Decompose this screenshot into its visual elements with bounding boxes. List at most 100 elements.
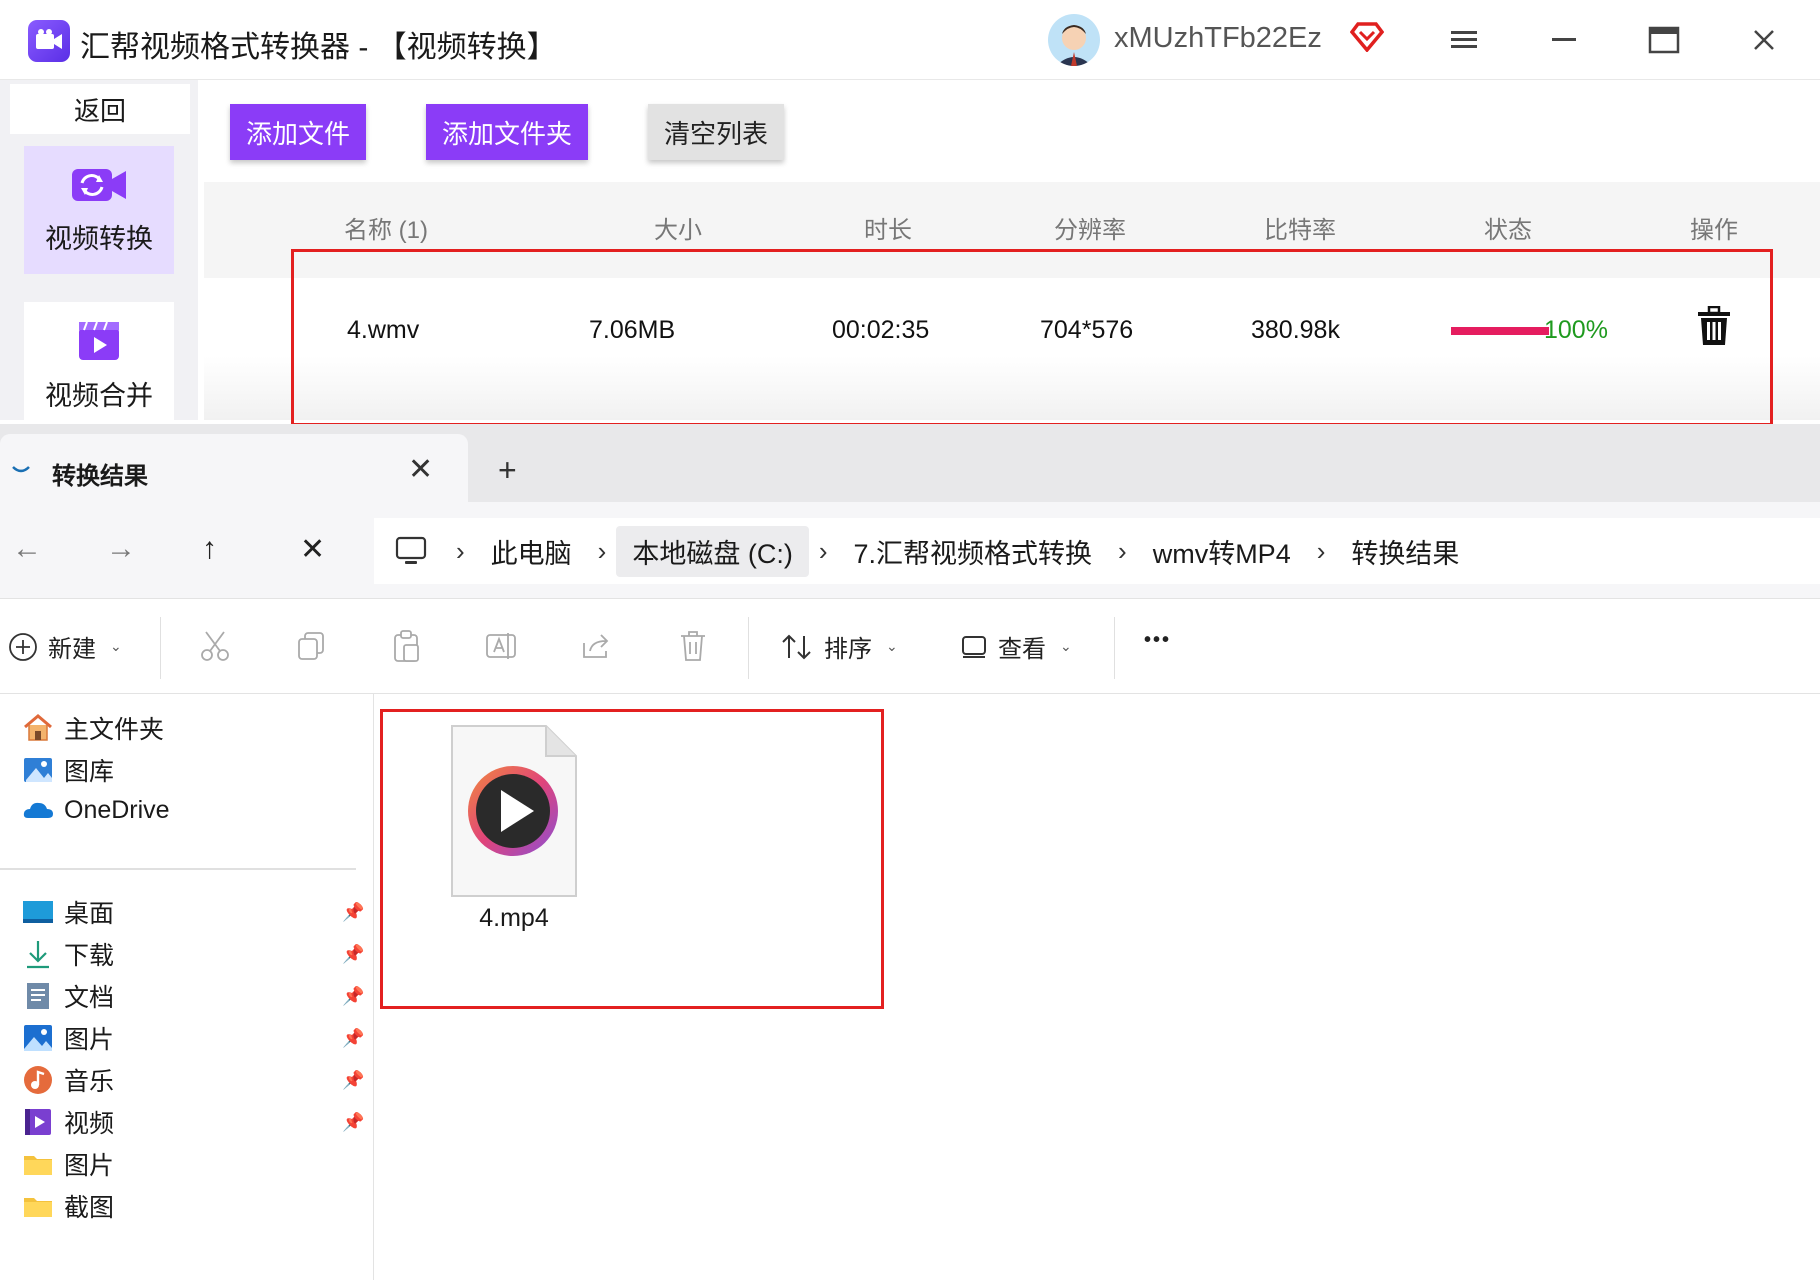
file-name: 4.wmv xyxy=(347,316,420,344)
user-avatar[interactable] xyxy=(1048,14,1100,66)
clear-list-button[interactable]: 清空列表 xyxy=(648,104,784,160)
column-header-name[interactable]: 名称 (1) xyxy=(344,210,428,245)
sort-icon xyxy=(782,634,811,659)
converter-sidebar: 返回 视频转换 视频合并 xyxy=(0,80,198,430)
close-icon[interactable] xyxy=(1746,22,1782,58)
sidebar-item-label: OneDrive xyxy=(64,795,170,824)
file-bitrate: 380.98k xyxy=(1251,316,1340,344)
paste-icon[interactable] xyxy=(390,629,424,663)
column-header-resolution[interactable]: 分辨率 xyxy=(1054,210,1126,245)
sidebar-item-folder-screenshots[interactable]: 截图 xyxy=(22,1188,114,1224)
sidebar-item-folder-pictures[interactable]: 图片 xyxy=(22,1146,114,1182)
document-icon xyxy=(27,983,49,1009)
delete-icon[interactable] xyxy=(678,629,708,663)
sidebar-item-pictures[interactable]: 图片 xyxy=(22,1020,114,1056)
sidebar-item-label: 视频 xyxy=(64,1110,115,1138)
share-icon[interactable] xyxy=(580,629,614,663)
sidebar-item-label: 截图 xyxy=(64,1194,115,1222)
progress-bar xyxy=(1451,327,1549,335)
file-size: 7.06MB xyxy=(589,316,676,344)
column-header-size[interactable]: 大小 xyxy=(654,210,702,245)
tab-close-icon[interactable]: ✕ xyxy=(408,452,433,487)
plus-circle-icon xyxy=(9,632,37,661)
back-button[interactable]: 返回 xyxy=(10,84,190,134)
sidebar-item-home[interactable]: 主文件夹 xyxy=(22,710,164,746)
menu-icon[interactable] xyxy=(1446,22,1482,58)
minimize-icon[interactable] xyxy=(1546,22,1582,58)
videos-icon xyxy=(25,1109,51,1135)
copy-icon[interactable] xyxy=(294,629,328,663)
chevron-right-icon[interactable]: › xyxy=(1307,536,1336,567)
sidebar-item-music[interactable]: 音乐 xyxy=(22,1062,114,1098)
pictures-icon xyxy=(24,1025,52,1051)
cut-icon[interactable] xyxy=(198,629,232,663)
vip-diamond-icon[interactable] xyxy=(1349,22,1385,57)
folder-icon xyxy=(24,1198,52,1217)
download-icon xyxy=(27,941,49,969)
breadcrumb-folder[interactable]: 7.汇帮视频格式转换 xyxy=(838,526,1109,577)
breadcrumb-local-disk[interactable]: 本地磁盘 (C:) xyxy=(616,525,809,577)
breadcrumb-folder[interactable]: wmv转MP4 xyxy=(1137,526,1307,577)
sort-button[interactable]: 排序 ⌄ xyxy=(780,629,898,664)
music-icon xyxy=(24,1066,52,1094)
desktop-icon xyxy=(23,901,53,923)
new-tab-icon[interactable]: + xyxy=(498,452,517,489)
forward-arrow-icon[interactable]: → xyxy=(106,532,136,566)
computer-icon[interactable] xyxy=(394,535,428,567)
nav-label: 视频转换 xyxy=(45,223,153,254)
chevron-right-icon[interactable]: › xyxy=(809,536,838,567)
sidebar-item-label: 文档 xyxy=(64,984,115,1012)
sidebar-item-gallery[interactable]: 图库 xyxy=(22,752,114,788)
sidebar-item-onedrive[interactable]: OneDrive xyxy=(22,794,170,826)
delete-icon[interactable] xyxy=(1697,305,1731,351)
tab-conversion-result[interactable]: 转换结果 ✕ xyxy=(0,434,468,502)
breadcrumb-this-pc[interactable]: 此电脑 xyxy=(475,526,588,577)
sidebar-item-label: 下载 xyxy=(64,942,115,970)
sidebar-item-desktop[interactable]: 桌面 xyxy=(22,894,114,930)
loading-icon xyxy=(12,466,30,473)
username[interactable]: xMUzhTFb22Ez xyxy=(1114,22,1322,55)
table-row[interactable]: 4.wmv 7.06MB 00:02:35 704*576 380.98k 10… xyxy=(204,278,1820,420)
up-arrow-icon[interactable]: ↑ xyxy=(202,532,217,566)
column-header-bitrate[interactable]: 比特率 xyxy=(1264,210,1336,245)
breadcrumb-current[interactable]: 转换结果 xyxy=(1335,526,1475,577)
sidebar-item-downloads[interactable]: 下载 xyxy=(22,936,114,972)
pin-icon[interactable]: 📌 xyxy=(342,1028,364,1049)
sidebar-item-label: 图库 xyxy=(64,758,115,786)
back-arrow-icon[interactable]: ← xyxy=(12,532,42,566)
pin-icon[interactable]: 📌 xyxy=(342,986,364,1007)
nav-video-convert[interactable]: 视频转换 xyxy=(24,146,174,274)
more-options-button[interactable]: ••• xyxy=(1144,629,1171,652)
view-button[interactable]: 查看 ⌄ xyxy=(960,629,1072,664)
column-header-duration[interactable]: 时长 xyxy=(864,210,912,245)
sidebar-item-documents[interactable]: 文档 xyxy=(22,978,114,1014)
chevron-right-icon[interactable]: › xyxy=(446,536,475,567)
pin-icon[interactable]: 📌 xyxy=(342,944,364,965)
add-folder-button[interactable]: 添加文件夹 xyxy=(426,104,588,160)
sort-label: 排序 xyxy=(824,636,872,663)
stop-icon[interactable]: ✕ xyxy=(300,532,325,567)
chevron-right-icon[interactable]: › xyxy=(588,536,617,567)
new-button[interactable]: 新建 ⌄ xyxy=(8,629,122,664)
pin-icon[interactable]: 📌 xyxy=(342,1112,364,1133)
nav-video-merge[interactable]: 视频合并 xyxy=(24,302,174,430)
add-file-button[interactable]: 添加文件 xyxy=(230,104,366,160)
column-header-status[interactable]: 状态 xyxy=(1484,210,1532,245)
column-header-actions[interactable]: 操作 xyxy=(1690,210,1738,245)
sidebar-item-label: 音乐 xyxy=(64,1068,115,1096)
converter-main: 添加文件 添加文件夹 清空列表 名称 (1) 大小 时长 分辨率 比特率 状态 … xyxy=(200,80,1820,420)
pin-icon[interactable]: 📌 xyxy=(342,1070,364,1091)
chevron-right-icon[interactable]: › xyxy=(1108,536,1137,567)
maximize-icon[interactable] xyxy=(1646,22,1682,58)
explorer-toolbar: 新建 ⌄ 排序 ⌄ 查看 ⌄ ••• xyxy=(0,598,1820,694)
nav-label: 视频合并 xyxy=(45,380,153,411)
sidebar-item-videos[interactable]: 视频 xyxy=(22,1104,114,1140)
file-view: 4.mp4 xyxy=(374,694,1820,1280)
breadcrumb: › 此电脑 › 本地磁盘 (C:) › 7.汇帮视频格式转换 › wmv转MP4… xyxy=(374,518,1820,584)
file-name[interactable]: 4.mp4 xyxy=(434,904,594,933)
rename-icon[interactable] xyxy=(484,629,518,663)
view-label: 查看 xyxy=(998,636,1046,663)
video-convert-icon xyxy=(72,168,126,201)
pin-icon[interactable]: 📌 xyxy=(342,902,364,923)
video-file-icon[interactable] xyxy=(450,724,578,903)
